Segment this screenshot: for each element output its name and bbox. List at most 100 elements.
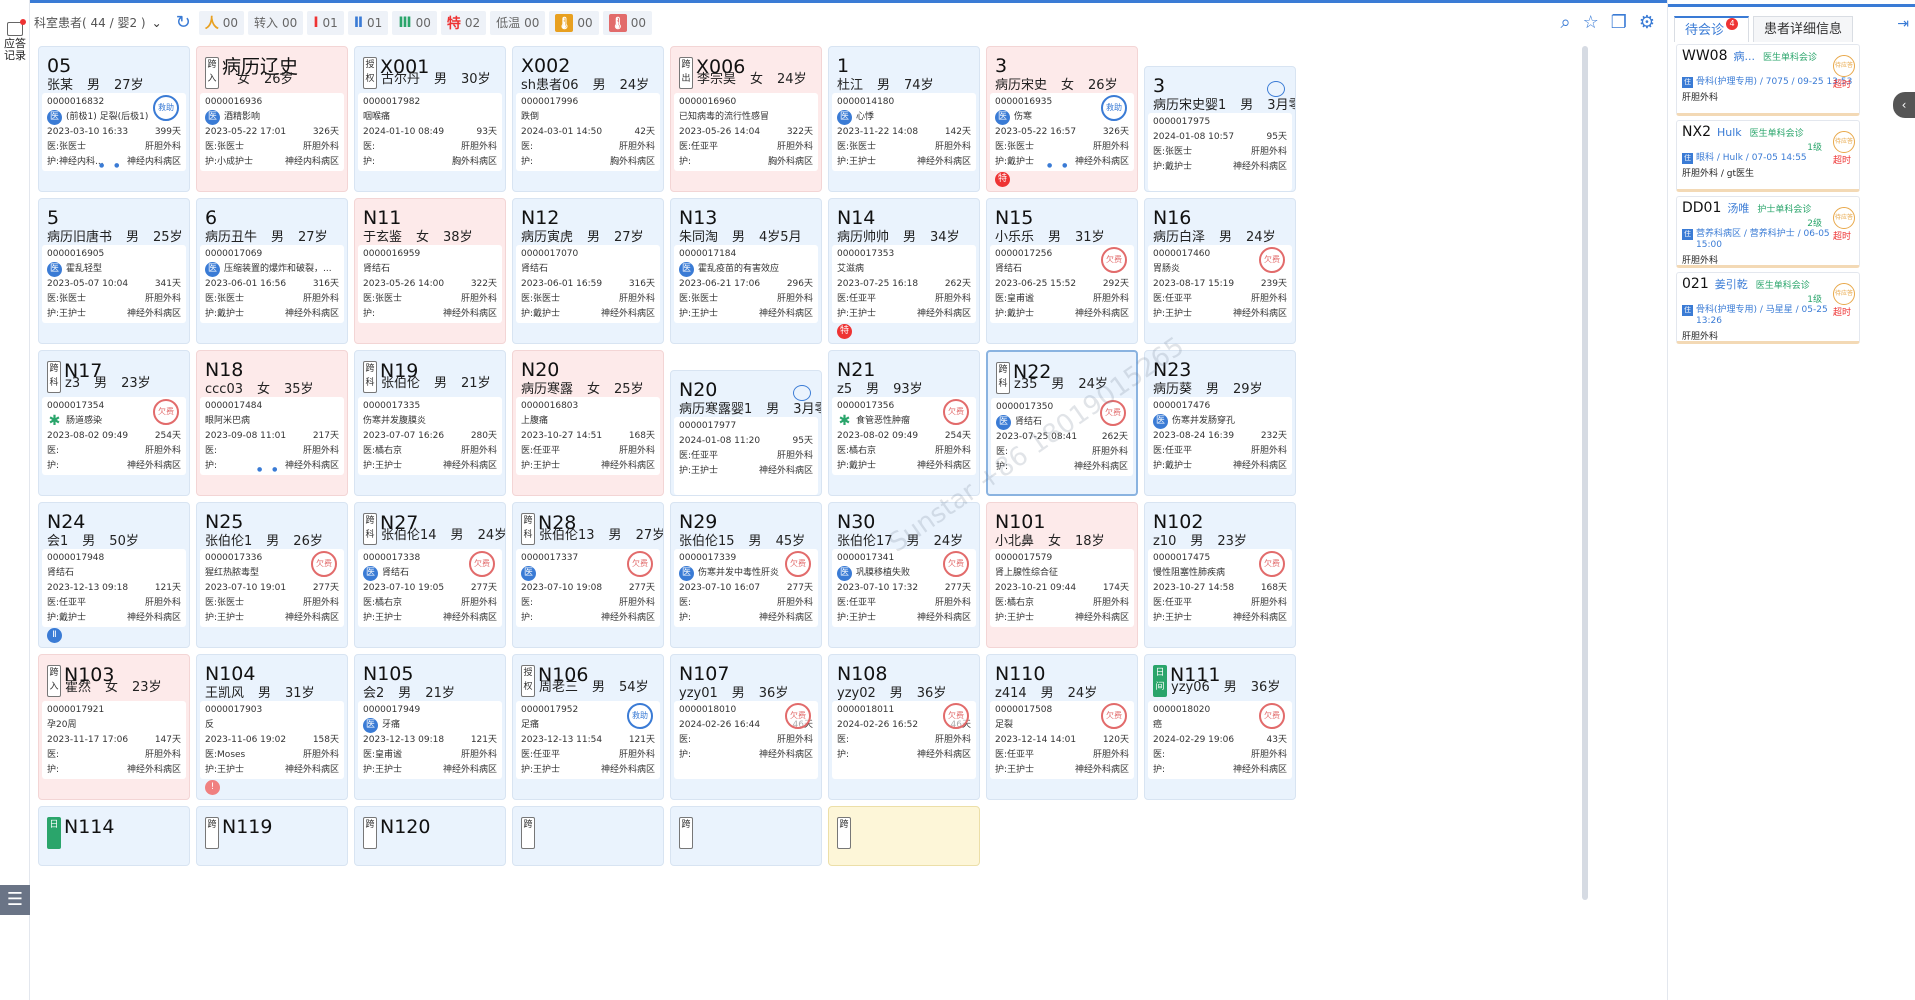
stat-temp-red[interactable]: 🌡 00 bbox=[602, 10, 652, 35]
bed-card[interactable]: N30 张伯伦17 男 24岁 0000017341 医巩膜移植失败 2023-07-10 … bbox=[828, 502, 980, 648]
stay-days: 341天 bbox=[154, 279, 181, 289]
record-icon bbox=[7, 19, 26, 36]
bed-card[interactable]: X002 sh患者06 男 24岁 0000017996 跌倒 2024-03-01 14:… bbox=[512, 46, 664, 192]
bed-number: 3 bbox=[995, 55, 1129, 77]
list-menu-icon[interactable]: ☰ bbox=[0, 885, 30, 915]
patient-sex: 男 bbox=[1051, 377, 1065, 392]
card-body: 0000016905 医霍乱轻型 2023-05-07 10:04 341天 医:张医士… bbox=[42, 245, 186, 323]
doctor: 医:张医士 bbox=[1153, 145, 1192, 160]
tab-patient-detail[interactable]: 患者详细信息 bbox=[1753, 16, 1854, 42]
consultation-card[interactable]: 021 姜引乾 医生单科会诊 1级 待应答住骨科(护理专用) / 马星星 / 05-25… bbox=[1676, 272, 1860, 344]
bed-card[interactable]: N16 病历白泽男 24岁 0000017460 胃肠炎 2023-08-17 15:19… bbox=[1144, 198, 1296, 344]
tab-pending-consultation[interactable]: 待会诊 4 bbox=[1674, 16, 1750, 42]
bed-card[interactable]: N107yzy01男36岁00000180102024-02-26 16:444… bbox=[670, 654, 822, 800]
bed-card[interactable]: 日间 N111 yzy06 男 36岁 0000018020 癌 2024-02-29 19:… bbox=[1144, 654, 1296, 800]
bed-card[interactable]: N104 王凯风男 31岁 0000017903 反 2023-11-06 19:02 15… bbox=[196, 654, 348, 800]
bed-card[interactable]: N20 病历寒露女 25岁 0000016803 上腹痛 2023-10-27 14:51… bbox=[512, 350, 664, 496]
consultation-card[interactable]: WW08 病... 医生单科会诊 待应答住骨科(护理专用) / 7075 / 09-2… bbox=[1676, 44, 1860, 116]
stat-low-temp[interactable]: 低温 00 bbox=[490, 10, 546, 35]
bed-card[interactable]: 日 N114 bbox=[38, 806, 190, 866]
bed-card[interactable]: N18 ccc03 女 35岁 0000017484 眼阿米巴病 2023-09-08 11… bbox=[196, 350, 348, 496]
admission-row: 2023-08-02 09:49 254天 bbox=[837, 429, 971, 444]
stay-days: 277天 bbox=[786, 583, 813, 593]
consultation-card[interactable]: DD01 汤唯 护士单科会诊 2级 待应答住营养科病区 / 营养科护士 / 06-05 … bbox=[1676, 196, 1860, 268]
bed-card[interactable]: 跨 bbox=[670, 806, 822, 866]
bed-card[interactable]: N29 张伯伦15 男 45岁 0000017339 医伤寒并发中毒性肝炎 2023-07-… bbox=[670, 502, 822, 648]
star-icon[interactable]: ☆ bbox=[1583, 12, 1599, 33]
bed-card[interactable]: 跨科 N19 张伯伦男 21岁 0000017335 伤寒并发腹膜炎 2023-07-07 … bbox=[354, 350, 506, 496]
consultation-card[interactable]: NX2 Hulk 医生单科会诊 1级 待应答住眼科 / Hulk / 07-05 14:… bbox=[1676, 120, 1860, 192]
bed-card[interactable]: N20病历寒露婴1 男 3月零4天 0000017977 2024-01-08 11:2… bbox=[670, 370, 822, 496]
bed-card[interactable]: 授权 X001 古尔丹男 30岁 0000017982 咽喉痛 2024-01-10 08:… bbox=[354, 46, 506, 192]
bed-card[interactable]: N14 病历帅帅男 34岁 0000017353 艾滋病 2023-07-25 16:18… bbox=[828, 198, 980, 344]
doctor-label: 医: bbox=[205, 598, 218, 608]
bed-card[interactable]: 05 张某男 27岁 0000016832 医 (前极1) 足裂(后极1) 2023-03-… bbox=[38, 46, 190, 192]
stat-level3[interactable]: Ⅲ 00 bbox=[392, 10, 437, 35]
bed-card[interactable]: 跨入 N103 霍然女 23岁 0000017921 孕20周 2023-11-17 17:… bbox=[38, 654, 190, 800]
bed-card[interactable]: 跨科 N17 z3 男 23岁 0000017354 ✱ 肠道感染 2023-08-02 09:… bbox=[38, 350, 190, 496]
bed-card[interactable]: N102 z10 男 23岁 0000017475 慢性阻塞性肺疾病 2023-10-27 … bbox=[1144, 502, 1296, 648]
bed-card[interactable]: 3 病历宋史女 26岁 0000016935 医伤寒 2023-05-22 16:57 32… bbox=[986, 46, 1138, 192]
nurse-label: 护: bbox=[837, 309, 850, 319]
consultation-dept: 住骨科(护理专用) / 马星星 / 05-25 13:26 bbox=[1682, 305, 1854, 327]
bed-card[interactable]: 跨 N119 bbox=[196, 806, 348, 866]
bed-card[interactable]: 1 杜江男 74岁 0000014180 医心悸 2023-11-22 14:08 142天… bbox=[828, 46, 980, 192]
search-icon[interactable]: ⌕ bbox=[1560, 12, 1570, 33]
ward: 胸外科病区 bbox=[767, 157, 813, 167]
bed-card[interactable]: N25 张伯伦1 男 26岁 0000017336 猩红热脓毒型 2023-07-10 19… bbox=[196, 502, 348, 648]
stat-level1[interactable]: Ⅰ 01 bbox=[307, 10, 344, 35]
patient-sex: 男 bbox=[592, 78, 606, 93]
ward: 神经外科病区 bbox=[1073, 462, 1128, 472]
bed-card[interactable]: N21 z5 男 93岁 0000017356 ✱ 食管恶性肿瘤 2023-08-02 09:… bbox=[828, 350, 980, 496]
bed-card[interactable]: 跨 bbox=[828, 806, 980, 866]
patient-sex: 女 bbox=[105, 680, 119, 695]
bed-card[interactable]: 6 病历丑牛男 27岁 0000017069 医压缩装置的爆炸和破裂，... 2023-0… bbox=[196, 198, 348, 344]
patient-filter-select[interactable]: 科室患者( 44 / 婴2 ) ⌄ bbox=[34, 14, 162, 31]
refresh-icon[interactable]: ↻ bbox=[176, 12, 191, 33]
nurse-name: 戴护士 bbox=[533, 309, 561, 319]
doctor-label: 医: bbox=[205, 142, 218, 152]
bed-card[interactable]: 跨出 X006 李宗昊女 24岁 0000016960 已知病毒的流行性感冒 2023-05… bbox=[670, 46, 822, 192]
baby-icon bbox=[1267, 81, 1285, 97]
bed-card[interactable]: 跨 bbox=[512, 806, 664, 866]
grid-scrollbar[interactable] bbox=[1582, 46, 1588, 900]
bed-card[interactable]: 跨科 N27 张伯伦14 男 24岁 0000017338 医肾结石 2023-07-10 1… bbox=[354, 502, 506, 648]
admission-row: 2024-02-29 19:06 43天 bbox=[1153, 733, 1287, 748]
bed-card[interactable]: 授权 N106 周老三男 54岁 0000017952 足痛 2023-12-13 11:5… bbox=[512, 654, 664, 800]
doctor-label: 医: bbox=[521, 142, 534, 152]
bed-card[interactable]: 跨 N120 bbox=[354, 806, 506, 866]
stat-temp-yellow[interactable]: 🌡 00 bbox=[549, 10, 599, 35]
bed-card[interactable]: 跨入 病历辽史女 26岁 0000016936 医酒精影响 2023-05-22 17:0… bbox=[196, 46, 348, 192]
bed-card[interactable]: 3病历宋史婴1 男 3月零4天 0000017975 2024-01-08 10:57 9… bbox=[1144, 66, 1296, 192]
bed-tag: 跨 bbox=[205, 817, 219, 849]
answer-record-button[interactable]: 应答记录 bbox=[2, 19, 28, 62]
bed-card[interactable]: N13 朱同淘男 4岁5月 0000017184 医霍乱疫苗的有害效应 2023-06-2… bbox=[670, 198, 822, 344]
stat-transfer-in[interactable]: 转入 00 bbox=[248, 10, 304, 35]
bed-card[interactable]: 跨科 N22 z35 男 24岁 0000017350 医肾结石 2023-07-25 08:… bbox=[986, 350, 1138, 496]
nurse-name: 戴护士 bbox=[1007, 309, 1035, 319]
patient-line bbox=[381, 831, 497, 848]
stat-special[interactable]: 特 02 bbox=[440, 10, 487, 35]
bed-card[interactable]: N108yzy02男36岁00000180112024-02-26 16:524… bbox=[828, 654, 980, 800]
gear-icon[interactable]: ⚙ bbox=[1639, 12, 1655, 33]
status-stamp: 欠费 bbox=[1259, 247, 1285, 273]
window-icon[interactable]: ❐ bbox=[1611, 12, 1627, 33]
doctor: 医:张医士 bbox=[47, 292, 86, 307]
bed-card[interactable]: N24 会1 男 50岁 0000017948 肾结石 2023-12-13 09:18 12… bbox=[38, 502, 190, 648]
patient-line: 会1 男 50岁 bbox=[47, 533, 181, 550]
stat-level2[interactable]: Ⅱ 01 bbox=[347, 10, 389, 35]
stat-people[interactable]: 人 00 bbox=[198, 10, 245, 35]
card-body: 0000016959 肾结石 2023-05-26 14:00 322天 医:张医士 肝胆… bbox=[358, 245, 502, 323]
bed-card[interactable]: N110 z414 男 24岁 0000017508 足裂 2023-12-14 14:01… bbox=[986, 654, 1138, 800]
exit-icon[interactable]: ⇥ bbox=[1897, 16, 1909, 32]
bed-card[interactable]: N23 病历葵男 29岁 0000017476 医伤寒并发肠穿孔 2023-08-24 1… bbox=[1144, 350, 1296, 496]
bed-card[interactable]: N11 于玄鉴女 38岁 0000016959 肾结石 2023-05-26 14:00 3… bbox=[354, 198, 506, 344]
bed-card[interactable]: 跨科 N28 张伯伦13 男 27岁 0000017337 医 2023-07-10 19:0… bbox=[512, 502, 664, 648]
collapse-handle-icon[interactable]: ‹ bbox=[1893, 92, 1915, 118]
bed-card[interactable]: N105 会2 男 21岁 0000017949 医牙痛 2023-12-13 09:18 1… bbox=[354, 654, 506, 800]
bed-card[interactable]: N15 小乐乐男 31岁 0000017256 肾结石 2023-06-25 15:52 2… bbox=[986, 198, 1138, 344]
admission-date: 2023-07-10 16:07 bbox=[679, 583, 761, 593]
bed-card[interactable]: N12 病历寅虎男 27岁 0000017070 肾结石 2023-06-01 16:59… bbox=[512, 198, 664, 344]
bed-card[interactable]: N101 小北鼻女 18岁 0000017579 肾上腺性综合征 2023-10-21 0… bbox=[986, 502, 1138, 648]
bed-card[interactable]: 5 病历旧唐书男 25岁 0000016905 医霍乱轻型 2023-05-07 10:0… bbox=[38, 198, 190, 344]
